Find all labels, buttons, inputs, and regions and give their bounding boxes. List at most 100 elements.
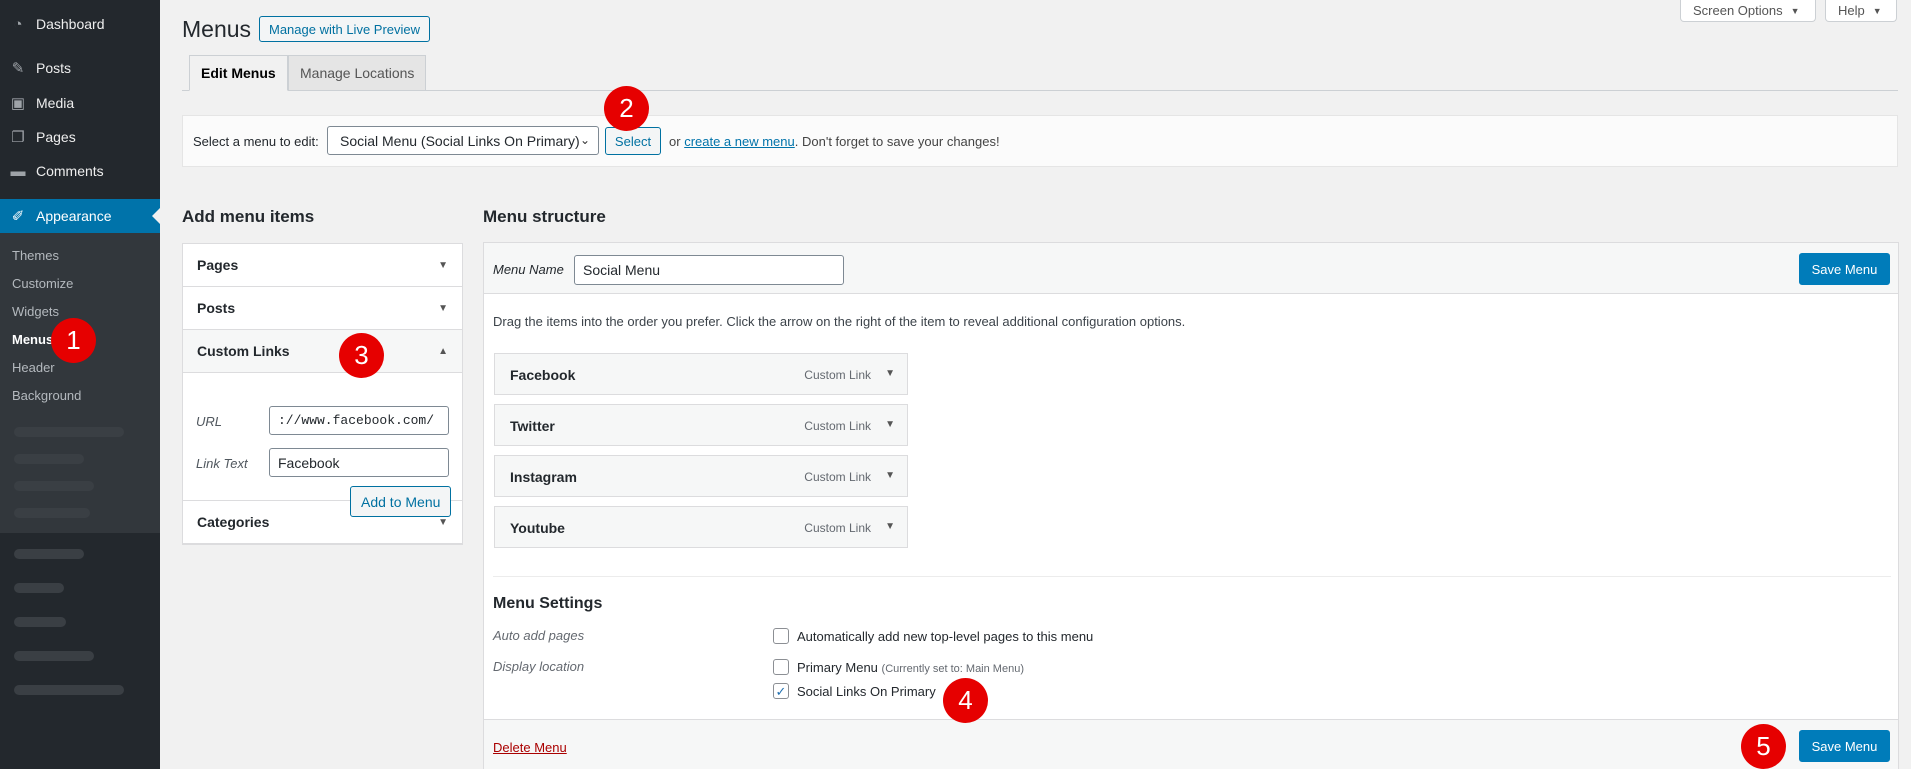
menu-item[interactable]: Youtube Custom Link ▼ (494, 506, 908, 548)
annotation-marker: 5 (1741, 724, 1786, 769)
add-to-menu-button[interactable]: Add to Menu (350, 486, 452, 517)
blurred-item (14, 685, 124, 695)
url-input-value: ://www.facebook.com/ (278, 413, 435, 428)
sidebar-item-label: Comments (36, 163, 104, 179)
sidebar-item-media[interactable]: ▣ Media (0, 86, 160, 120)
menu-item[interactable]: Twitter Custom Link ▼ (494, 404, 908, 446)
menu-header: Menu Name Social Menu Save Menu (484, 243, 1898, 294)
triangle-down-icon: ▼ (1790, 5, 1800, 16)
triangle-down-icon[interactable]: ▼ (885, 521, 895, 532)
menu-item-title: Youtube (510, 520, 565, 536)
blurred-item (14, 617, 66, 627)
save-menu-button-bottom[interactable]: Save Menu (1799, 730, 1890, 762)
menu-footer: Delete Menu Save Menu (484, 719, 1898, 769)
select-helper-text: or create a new menu. Don't forget to sa… (669, 134, 1000, 149)
page-title: Menus (182, 16, 252, 42)
create-new-menu-link[interactable]: create a new menu (684, 134, 795, 149)
or-text: or (669, 134, 681, 149)
menu-item-title: Twitter (510, 418, 555, 434)
blurred-item (14, 508, 90, 518)
link-text-input-value: Facebook (278, 454, 340, 471)
tab-manage-locations[interactable]: Manage Locations (288, 55, 427, 91)
accordion-custom-links[interactable]: Custom Links ▲ (183, 330, 462, 373)
auto-add-pages-checkbox[interactable] (773, 628, 789, 644)
help-label: Help (1838, 3, 1865, 18)
sidebar-item-comments[interactable]: ▬ Comments (0, 154, 160, 188)
drag-instructions: Drag the items into the order you prefer… (493, 314, 1186, 329)
blurred-item (14, 651, 94, 661)
submenu-item-background[interactable]: Background (12, 388, 81, 403)
appearance-submenu: Themes Customize Widgets Menus Header Ba… (0, 233, 160, 533)
menu-name-input[interactable]: Social Menu (574, 255, 844, 285)
save-menu-button-top[interactable]: Save Menu (1799, 253, 1890, 285)
delete-menu-link[interactable]: Delete Menu (493, 740, 567, 755)
accordion-posts[interactable]: Posts ▼ (183, 287, 462, 330)
menu-settings-title: Menu Settings (493, 595, 603, 612)
accordion-label: Categories (197, 514, 270, 530)
save-reminder-text: . Don't forget to save your changes! (794, 134, 1000, 149)
sidebar-item-pages[interactable]: ❐ Pages (0, 120, 160, 154)
primary-menu-note: (Currently set to: Main Menu) (881, 663, 1024, 675)
submenu-item-widgets[interactable]: Widgets (12, 304, 59, 319)
triangle-down-icon[interactable]: ▼ (885, 470, 895, 481)
add-menu-items-title: Add menu items (182, 207, 315, 226)
triangle-down-icon[interactable]: ▼ (885, 419, 895, 430)
triangle-down-icon: ▼ (438, 260, 448, 271)
sidebar-item-label: Dashboard (36, 16, 105, 32)
menu-name-label: Menu Name (493, 262, 564, 277)
custom-links-panel: URL ://www.facebook.com/ Link Text Faceb… (183, 373, 462, 501)
sidebar-item-appearance[interactable]: ✐ Appearance (0, 199, 160, 233)
blurred-item (14, 583, 64, 593)
select-menu-bar: Select a menu to edit: Social Menu (Soci… (182, 115, 1898, 167)
social-links-checkbox[interactable]: ✓ (773, 683, 789, 699)
triangle-down-icon[interactable]: ▼ (885, 368, 895, 379)
help-button[interactable]: Help ▼ (1825, 0, 1897, 22)
checkmark-icon: ✓ (775, 683, 787, 699)
url-input[interactable]: ://www.facebook.com/ (269, 406, 449, 435)
social-links-option: Social Links On Primary (797, 684, 936, 699)
menu-name-value: Social Menu (583, 262, 661, 278)
menu-select-dropdown[interactable]: Social Menu (Social Links On Primary) ⌄ (327, 126, 599, 155)
menu-item-type: Custom Link (804, 470, 871, 484)
menu-item-title: Instagram (510, 469, 577, 485)
annotation-marker: 1 (51, 318, 96, 363)
sidebar-item-dashboard[interactable]: ◔ Dashboard (0, 7, 160, 41)
select-button[interactable]: Select (605, 127, 661, 155)
submenu-item-customize[interactable]: Customize (12, 276, 73, 291)
link-text-label: Link Text (196, 456, 248, 471)
tab-edit-menus[interactable]: Edit Menus (189, 55, 288, 91)
menu-select-value: Social Menu (Social Links On Primary) (340, 132, 580, 149)
tabs-divider (182, 90, 1898, 91)
annotation-marker: 2 (604, 86, 649, 131)
dashboard-icon: ◔ (13, 15, 23, 33)
sidebar-item-label: Media (36, 95, 75, 111)
menu-item[interactable]: Facebook Custom Link ▼ (494, 353, 908, 395)
screen-options-button[interactable]: Screen Options ▼ (1680, 0, 1816, 22)
link-text-input[interactable]: Facebook (269, 448, 449, 477)
triangle-down-icon: ▼ (438, 517, 448, 528)
menu-item-type: Custom Link (804, 521, 871, 535)
pin-icon: ✎ (11, 60, 25, 77)
admin-sidebar: ◔ Dashboard ✎ Posts ▣ Media ❐ Pages ▬ Co… (0, 0, 160, 769)
primary-menu-checkbox[interactable] (773, 659, 789, 675)
sidebar-item-posts[interactable]: ✎ Posts (0, 51, 160, 85)
chevron-down-icon: ⌄ (579, 133, 590, 147)
display-location-label: Display location (493, 659, 585, 674)
accordion-label: Posts (197, 300, 236, 316)
menu-item-type: Custom Link (804, 419, 871, 433)
submenu-item-header[interactable]: Header (12, 360, 55, 375)
settings-divider (493, 576, 1891, 577)
blurred-item (14, 549, 84, 559)
submenu-item-menus[interactable]: Menus (12, 332, 53, 347)
manage-live-preview-button[interactable]: Manage with Live Preview (259, 16, 431, 42)
menu-structure-box: Menu Name Social Menu Save Menu Drag the… (483, 242, 1899, 769)
auto-add-pages-option: Automatically add new top-level pages to… (797, 629, 1094, 644)
comment-icon: ▬ (10, 162, 26, 180)
menu-item[interactable]: Instagram Custom Link ▼ (494, 455, 908, 497)
blurred-item (14, 454, 84, 464)
screen-options-label: Screen Options (1693, 3, 1783, 18)
submenu-item-themes[interactable]: Themes (12, 248, 59, 263)
accordion-pages[interactable]: Pages ▼ (183, 244, 462, 287)
menu-item-title: Facebook (510, 367, 576, 383)
primary-menu-option: Primary Menu (Currently set to: Main Men… (797, 660, 1024, 675)
